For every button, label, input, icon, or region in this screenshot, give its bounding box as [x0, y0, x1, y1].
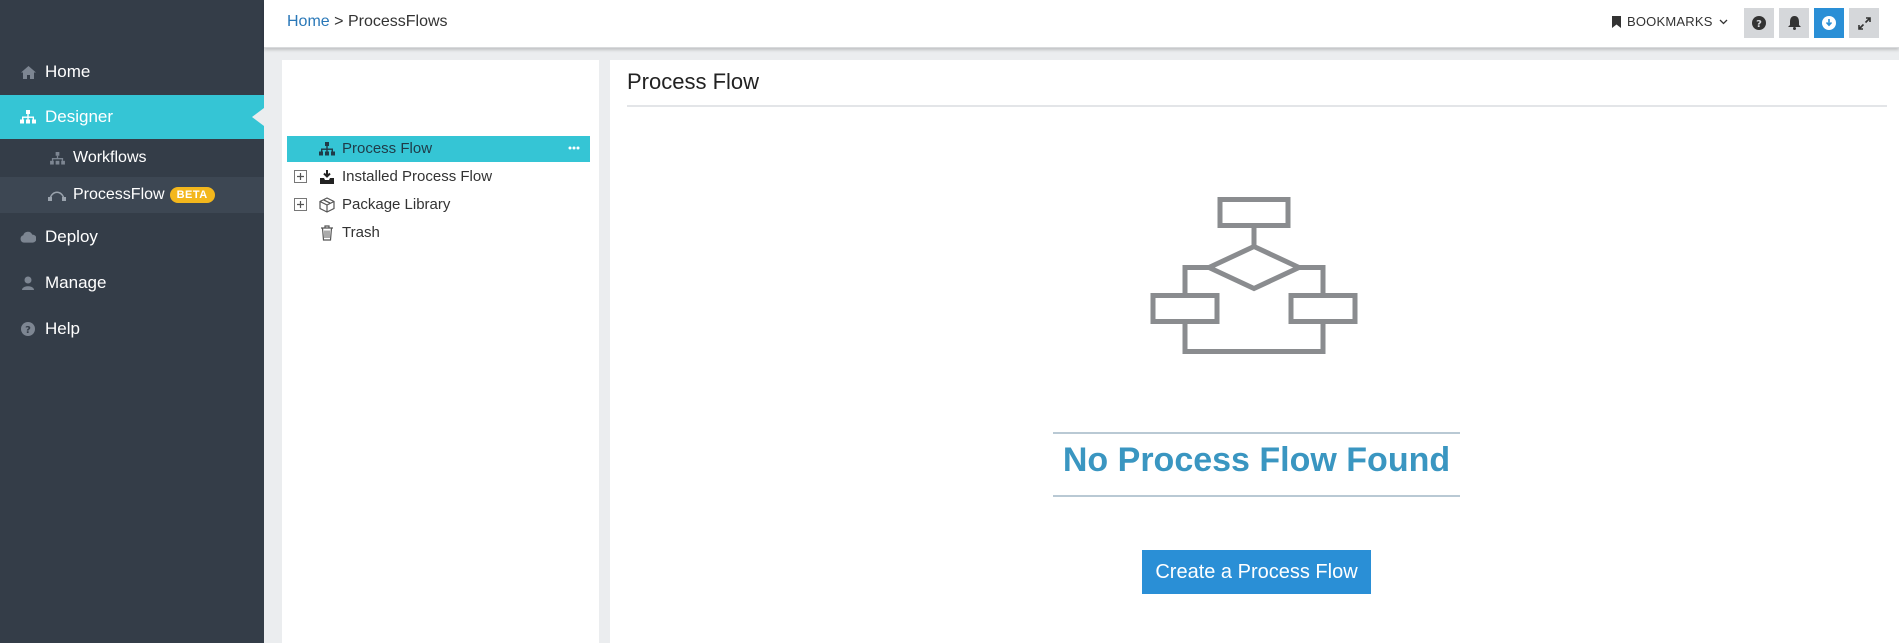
svg-text:?: ? — [1756, 19, 1762, 30]
bookmark-icon — [1612, 15, 1621, 28]
sidebar-subitem-processflow[interactable]: ProcessFlow BETA — [0, 177, 264, 213]
sidebar-item-help[interactable]: ? Help — [0, 307, 264, 351]
svg-text:?: ? — [25, 325, 31, 336]
sitemap-icon — [318, 140, 336, 158]
tree-item-package-library[interactable]: Package Library — [287, 192, 590, 218]
bookmarks-label: BOOKMARKS — [1627, 14, 1713, 29]
help-button[interactable]: ? — [1744, 8, 1774, 38]
tree-item-process-flow[interactable]: Process Flow — [287, 136, 590, 162]
sidebar-subitem-label: ProcessFlow — [73, 186, 165, 203]
bell-icon — [1787, 16, 1801, 30]
download-button[interactable] — [1814, 8, 1844, 38]
breadcrumb-current: ProcessFlows — [347, 13, 448, 30]
empty-state-top-rule — [1053, 432, 1460, 434]
package-icon — [318, 196, 336, 214]
cloud-icon — [20, 229, 36, 245]
tree-item-installed-process-flow[interactable]: Installed Process Flow — [287, 164, 590, 190]
sidebar: Home Designer Workflows ProcessFlow BETA… — [0, 0, 264, 643]
top-header: Home > ProcessFlows BOOKMARKS ? — [264, 0, 1899, 48]
sidebar-item-home[interactable]: Home — [0, 50, 264, 94]
tree-item-label: Package Library — [342, 196, 451, 213]
chevron-down-icon — [1719, 19, 1728, 25]
notifications-button[interactable] — [1779, 8, 1809, 38]
bezier-curve-icon — [48, 188, 66, 202]
expand-plus-icon[interactable] — [294, 198, 307, 211]
inbox-download-icon — [318, 168, 336, 186]
sidebar-item-manage[interactable]: Manage — [0, 261, 264, 305]
user-icon — [20, 275, 36, 291]
empty-state-bottom-rule — [1053, 495, 1460, 497]
sidebar-item-deploy[interactable]: Deploy — [0, 215, 264, 259]
empty-state-title: No Process Flow Found — [1062, 441, 1451, 479]
sidebar-item-label: Home — [45, 62, 91, 81]
page-title: Process Flow — [627, 69, 760, 94]
sidebar-subitem-label: Workflows — [73, 149, 147, 166]
sidebar-item-designer[interactable]: Designer — [0, 95, 264, 139]
expand-icon — [1857, 16, 1871, 30]
breadcrumb-separator: > — [334, 13, 344, 30]
main-panel: Process Flow No Process Flow Found Creat… — [610, 60, 1899, 643]
tree-item-label: Trash — [342, 224, 380, 241]
tree-panel: Process Flow Installed Process Flow Pack… — [282, 60, 599, 643]
breadcrumb: Home > ProcessFlows — [287, 13, 448, 31]
help-icon: ? — [1752, 16, 1766, 30]
sidebar-subitem-workflows[interactable]: Workflows — [0, 140, 264, 176]
tree-item-label: Installed Process Flow — [342, 168, 493, 185]
breadcrumb-home-link[interactable]: Home — [287, 13, 330, 30]
tree-item-trash[interactable]: Trash — [287, 220, 590, 246]
sitemap-icon — [48, 151, 66, 165]
download-icon — [1822, 16, 1836, 30]
sidebar-item-label: Help — [45, 319, 80, 338]
tree-item-label: Process Flow — [342, 140, 433, 157]
expand-plus-icon[interactable] — [294, 170, 307, 183]
create-process-flow-button[interactable]: Create a Process Flow — [1142, 550, 1371, 594]
trash-icon — [318, 224, 336, 242]
sidebar-item-label: Deploy — [45, 227, 98, 246]
sidebar-item-label: Designer — [45, 107, 114, 126]
more-options-icon[interactable] — [566, 141, 582, 155]
bookmarks-dropdown[interactable]: BOOKMARKS — [1612, 14, 1728, 29]
title-divider — [627, 105, 1887, 107]
question-circle-icon: ? — [20, 321, 36, 337]
sitemap-icon — [20, 109, 36, 125]
flowchart-illustration-icon — [1143, 166, 1369, 391]
sidebar-item-label: Manage — [45, 273, 107, 292]
home-icon — [20, 64, 36, 80]
fullscreen-button[interactable] — [1849, 8, 1879, 38]
beta-badge: BETA — [169, 187, 215, 203]
